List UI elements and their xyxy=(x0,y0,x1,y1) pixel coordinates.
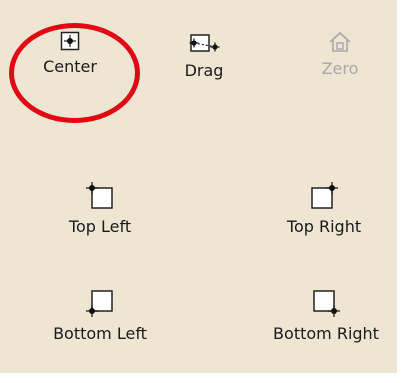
home-icon xyxy=(329,31,351,52)
zero-label: Zero xyxy=(321,59,359,78)
drag-button[interactable]: Drag xyxy=(178,33,230,81)
center-button[interactable]: Center xyxy=(34,31,106,77)
zero-button[interactable]: Zero xyxy=(310,31,370,79)
bottom-right-label: Bottom Right xyxy=(273,324,379,343)
anchor-bottom-right-icon xyxy=(313,290,340,317)
top-right-label: Top Right xyxy=(286,217,362,236)
anchor-top-right-button[interactable]: Top Right xyxy=(268,180,380,237)
drag-points-icon xyxy=(189,34,220,52)
bottom-left-label: Bottom Left xyxy=(53,324,147,343)
anchor-bottom-right-button[interactable]: Bottom Right xyxy=(252,287,400,344)
crosshair-box-icon xyxy=(60,31,80,51)
anchor-bottom-left-button[interactable]: Bottom Left xyxy=(32,287,168,344)
anchor-bottom-left-icon xyxy=(86,290,113,317)
drag-label: Drag xyxy=(184,61,224,80)
center-label: Center xyxy=(43,57,97,76)
anchor-tool-panel: Center Drag Zero Top Left Top Right Bott… xyxy=(0,0,397,373)
top-left-label: Top Left xyxy=(68,217,132,236)
anchor-top-right-icon xyxy=(311,182,338,209)
anchor-top-left-icon xyxy=(86,182,113,209)
anchor-top-left-button[interactable]: Top Left xyxy=(50,180,150,237)
